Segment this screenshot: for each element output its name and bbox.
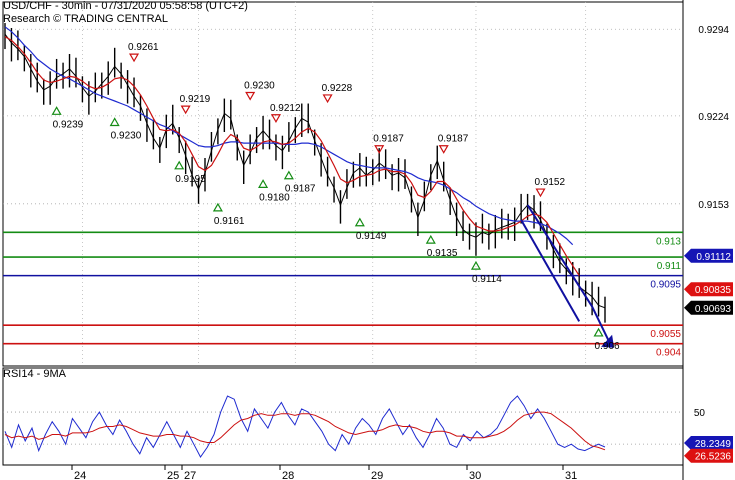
rsi-plot-area bbox=[2, 367, 684, 466]
time-tick-label: 24 bbox=[74, 470, 86, 480]
support-label: 0.9114 bbox=[472, 274, 502, 285]
chart-source: Research © TRADING CENTRAL bbox=[3, 13, 168, 25]
chart-svg: 0.913 0.911 0.9095 0.9055 0.904 0.9261 0.9230… bbox=[2, 0, 733, 480]
time-tick-label: 27 bbox=[184, 470, 196, 480]
rsi-title: RSI14 - 9MA bbox=[3, 368, 66, 380]
support-label: 0.9230 bbox=[111, 130, 142, 141]
resistance-label: 0.9152 bbox=[534, 177, 565, 188]
resistance-label: 0.9219 bbox=[180, 94, 211, 105]
level-label: 0.913 bbox=[656, 236, 681, 247]
price-tick-label: 0.9224 bbox=[698, 112, 729, 123]
level-label: 0.904 bbox=[656, 348, 681, 359]
resistance-label: 0.9261 bbox=[128, 42, 159, 53]
support-label: 0.906 bbox=[595, 341, 620, 352]
time-tick-label: 25 bbox=[167, 470, 179, 480]
time-tick-label: 28 bbox=[282, 470, 294, 480]
chart-title: USD/CHF - 30min - 07/31/2020 05:58:58 (U… bbox=[3, 0, 248, 12]
support-label: 0.9187 bbox=[285, 184, 316, 195]
rsi-tick-label: 50 bbox=[694, 408, 706, 419]
price-plot-area bbox=[2, 1, 684, 367]
support-label: 0.9161 bbox=[214, 216, 245, 227]
resistance-label: 0.9228 bbox=[322, 83, 353, 94]
level-label: 0.9055 bbox=[650, 329, 681, 340]
time-tick-label: 30 bbox=[469, 470, 481, 480]
time-tick-label: 29 bbox=[371, 470, 383, 480]
level-label: 0.9095 bbox=[650, 280, 681, 291]
price-tag-label: 0.91112 bbox=[696, 252, 731, 263]
rsi-tag-label: 26.5236 bbox=[695, 452, 732, 463]
support-label: 0.9195 bbox=[175, 174, 206, 185]
support-label: 0.9135 bbox=[427, 248, 458, 259]
resistance-label: 0.9187 bbox=[373, 134, 404, 145]
support-label: 0.9149 bbox=[356, 231, 387, 242]
support-label: 0.9239 bbox=[53, 119, 84, 130]
price-tick-label: 0.9294 bbox=[698, 25, 729, 36]
price-tag-label: 0.90835 bbox=[695, 285, 732, 296]
time-tick-label: 31 bbox=[565, 470, 577, 480]
price-axis: 0.9294 0.9224 0.9153 0.91112 0.90835 0.90693 bbox=[684, 25, 733, 315]
price-panel bbox=[2, 0, 684, 480]
resistance-label: 0.9187 bbox=[438, 134, 469, 145]
time-axis: 24 25 27 28 29 30 31 bbox=[3, 464, 683, 480]
level-label: 0.911 bbox=[657, 261, 682, 272]
rsi-tag-label: 28.2349 bbox=[695, 439, 732, 450]
price-tag-label: 0.90693 bbox=[695, 304, 732, 315]
resistance-label: 0.9212 bbox=[270, 103, 301, 114]
resistance-label: 0.9230 bbox=[244, 80, 275, 91]
price-tick-label: 0.9153 bbox=[698, 200, 729, 211]
